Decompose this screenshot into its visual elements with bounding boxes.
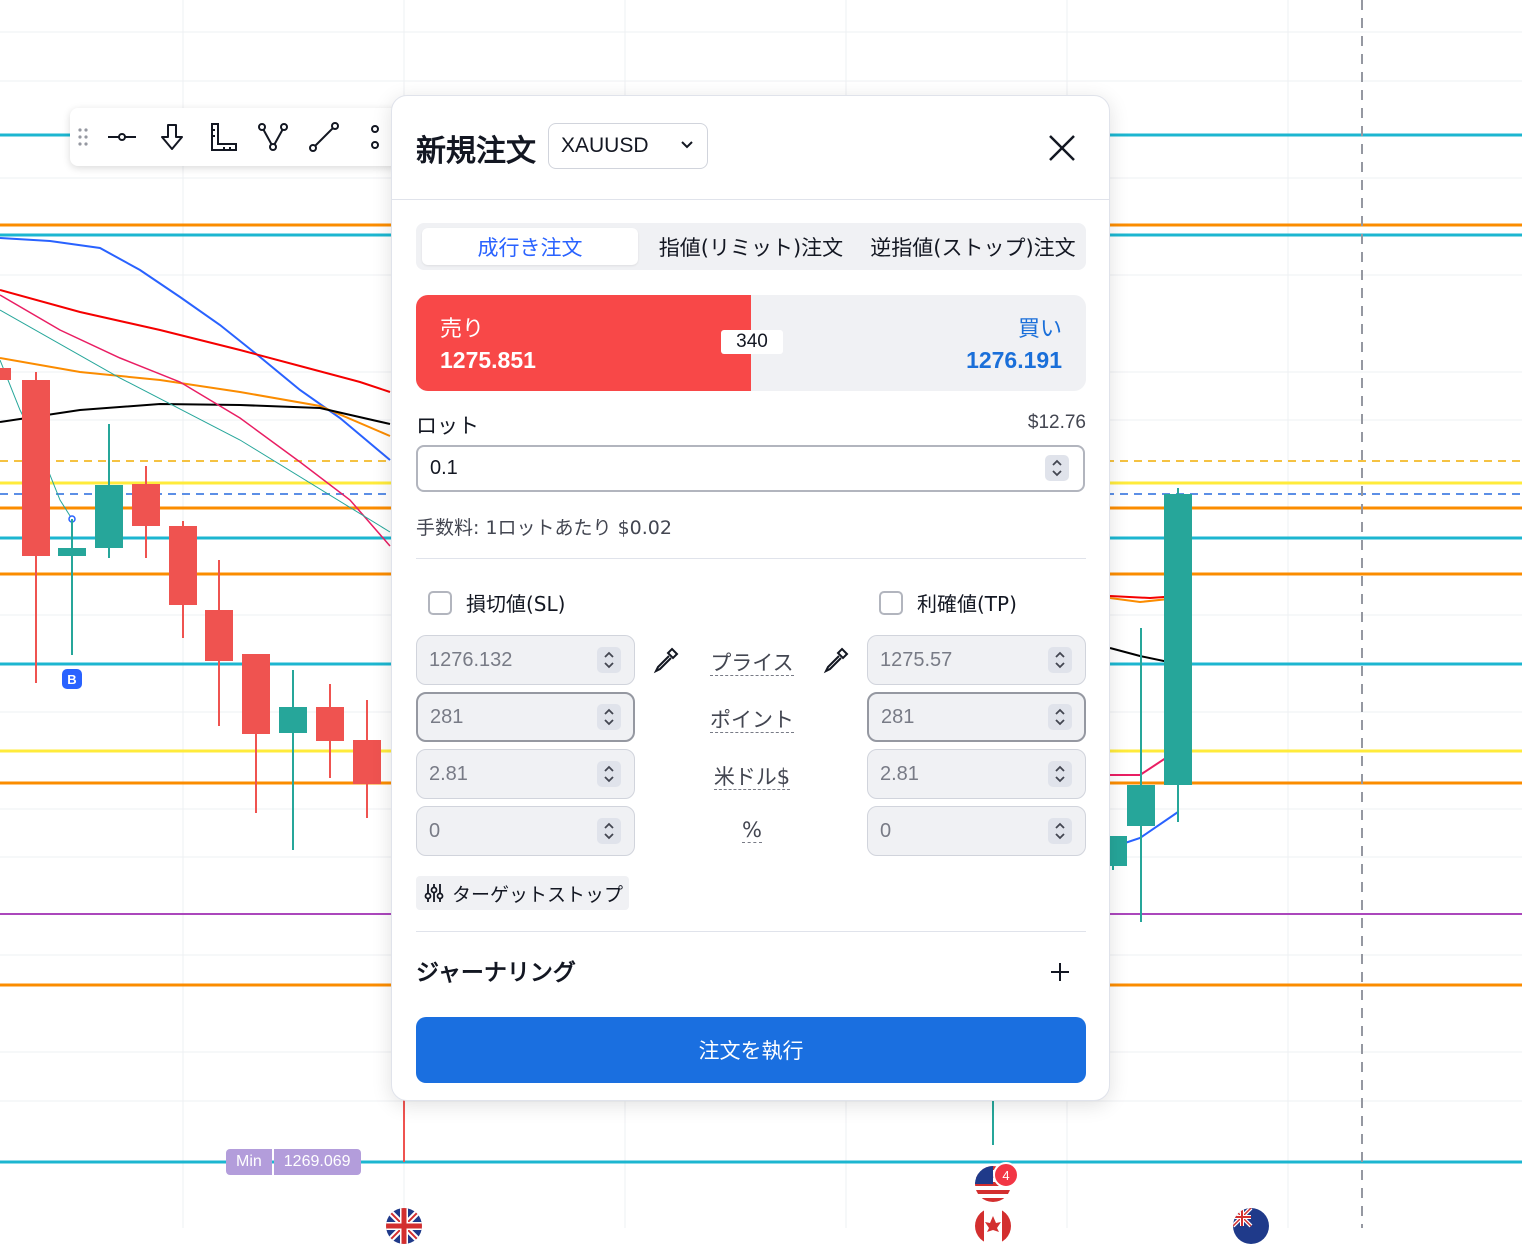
lot-label: ロット <box>416 414 479 438</box>
sl-usd-value: 2.81 <box>429 762 468 785</box>
candle-body <box>58 548 86 556</box>
sell-price: 1275.851 <box>440 347 536 373</box>
stepper-icon[interactable] <box>597 647 621 673</box>
tab-market-order[interactable]: 成行き注文 <box>422 228 638 265</box>
sl-points-value: 281 <box>430 705 464 728</box>
lot-input[interactable]: 0.1 <box>416 445 1085 492</box>
lot-value: 0.1 <box>430 457 458 479</box>
lot-stepper-icon[interactable] <box>1045 455 1069 481</box>
close-icon <box>1049 135 1075 161</box>
take-profit-checkbox[interactable] <box>879 590 903 615</box>
plus-icon[interactable] <box>1048 960 1072 984</box>
sl-percent-input[interactable]: 0 <box>416 806 635 856</box>
sl-pipette-icon[interactable] <box>651 645 681 675</box>
sliders-icon <box>424 884 444 902</box>
arrow-down-icon[interactable] <box>147 108 198 166</box>
usd-row-label: 米ドル$ <box>713 765 791 790</box>
buy-trade-marker[interactable]: B <box>62 669 82 689</box>
execute-order-button[interactable]: 注文を執行 <box>416 1017 1086 1083</box>
event-count-badge: 4 <box>993 1162 1019 1188</box>
stepper-icon[interactable] <box>597 761 621 787</box>
order-type-tabs: 成行き注文 指値(リミット)注文 逆指値(ストップ)注文 <box>416 223 1086 270</box>
stop-loss-checkbox[interactable] <box>428 590 452 615</box>
pattern-icon[interactable] <box>248 108 299 166</box>
take-profit-toggle[interactable]: 利確値(TP) <box>879 588 1017 617</box>
sl-points-input[interactable]: 281 <box>416 692 635 742</box>
ruler-icon[interactable] <box>198 108 249 166</box>
min-label: Min <box>226 1149 272 1175</box>
tp-points-input[interactable]: 281 <box>867 692 1086 742</box>
buy-label: 買い <box>1017 317 1062 342</box>
min-price-tag: Min 1269.069 <box>226 1149 361 1175</box>
commission-text: 手数料: 1ロットあたり $0.02 <box>416 517 672 539</box>
tp-pipette-icon[interactable] <box>821 645 851 675</box>
sl-percent-value: 0 <box>429 819 441 842</box>
stepper-icon[interactable] <box>1048 818 1072 844</box>
trend-line-icon[interactable] <box>299 108 350 166</box>
buy-sell-selector: 売り 1275.851 買い 1276.191 340 <box>416 295 1086 391</box>
stepper-icon[interactable] <box>1048 647 1072 673</box>
points-row-label: ポイント <box>710 708 794 733</box>
stepper-icon[interactable] <box>597 818 621 844</box>
tp-percent-value: 0 <box>880 819 892 842</box>
tp-price-input[interactable]: 1275.57 <box>867 635 1086 685</box>
symbol-select[interactable]: XAUUSD <box>548 123 708 169</box>
tab-stop-order[interactable]: 逆指値(ストップ)注文 <box>864 228 1082 265</box>
tp-usd-input[interactable]: 2.81 <box>867 749 1086 799</box>
sl-usd-input[interactable]: 2.81 <box>416 749 635 799</box>
candle-body <box>279 707 307 733</box>
tp-usd-value: 2.81 <box>880 762 919 785</box>
stepper-icon[interactable] <box>1048 761 1072 787</box>
tp-percent-input[interactable]: 0 <box>867 806 1086 856</box>
drawing-toolbar <box>70 108 400 166</box>
horizontal-line-icon[interactable] <box>96 108 147 166</box>
nz-flag-icon[interactable] <box>1233 1208 1269 1244</box>
chevron-down-icon <box>679 134 695 158</box>
tp-price-value: 1275.57 <box>880 648 953 671</box>
candle-body <box>353 740 381 784</box>
candle-body <box>205 610 233 661</box>
buy-price: 1276.191 <box>966 347 1062 373</box>
tp-points-value: 281 <box>881 705 915 728</box>
candle-body <box>1164 494 1192 785</box>
stepper-icon[interactable] <box>1048 704 1072 730</box>
symbol-value: XAUUSD <box>561 134 649 157</box>
candle-body <box>1127 785 1155 826</box>
new-order-dialog: 新規注文 XAUUSD 成行き注文 指値(リミット)注文 逆指値(ストップ)注文… <box>391 95 1110 1101</box>
dialog-header: 新規注文 XAUUSD <box>392 96 1109 200</box>
divider <box>416 931 1086 932</box>
drag-handle-icon[interactable] <box>70 108 96 166</box>
tab-limit-order[interactable]: 指値(リミット)注文 <box>642 228 860 265</box>
uk-flag-icon[interactable] <box>386 1208 422 1244</box>
spread-badge: 340 <box>721 330 783 354</box>
candle-body <box>316 707 344 741</box>
target-stop-label: ターゲットストップ <box>452 883 624 906</box>
candle-body <box>22 380 50 556</box>
target-stop-button[interactable]: ターゲットストップ <box>416 876 630 910</box>
sell-label: 売り <box>440 317 485 342</box>
candle-body <box>169 526 197 605</box>
dialog-title: 新規注文 <box>416 134 536 169</box>
candle-body <box>242 654 270 734</box>
percent-row-label: % <box>742 818 762 843</box>
take-profit-label: 利確値(TP) <box>917 592 1017 616</box>
sell-button[interactable]: 売り 1275.851 <box>416 295 751 391</box>
stop-loss-toggle[interactable]: 損切値(SL) <box>428 588 565 617</box>
lot-amount: $12.76 <box>1027 412 1086 433</box>
candle-body <box>0 368 11 380</box>
price-row-label: プライス <box>710 651 794 676</box>
min-value: 1269.069 <box>273 1149 361 1175</box>
stepper-icon[interactable] <box>597 704 621 730</box>
candle-body <box>95 485 123 548</box>
sl-price-input[interactable]: 1276.132 <box>416 635 635 685</box>
close-button[interactable] <box>1042 128 1082 168</box>
canada-flag-icon[interactable] <box>975 1208 1011 1244</box>
divider <box>416 558 1086 559</box>
stop-loss-label: 損切値(SL) <box>466 592 566 616</box>
sl-price-value: 1276.132 <box>429 648 513 671</box>
candle-body <box>132 484 160 526</box>
buy-button[interactable]: 買い 1276.191 <box>751 295 1086 391</box>
journaling-title: ジャーナリング <box>416 960 576 986</box>
